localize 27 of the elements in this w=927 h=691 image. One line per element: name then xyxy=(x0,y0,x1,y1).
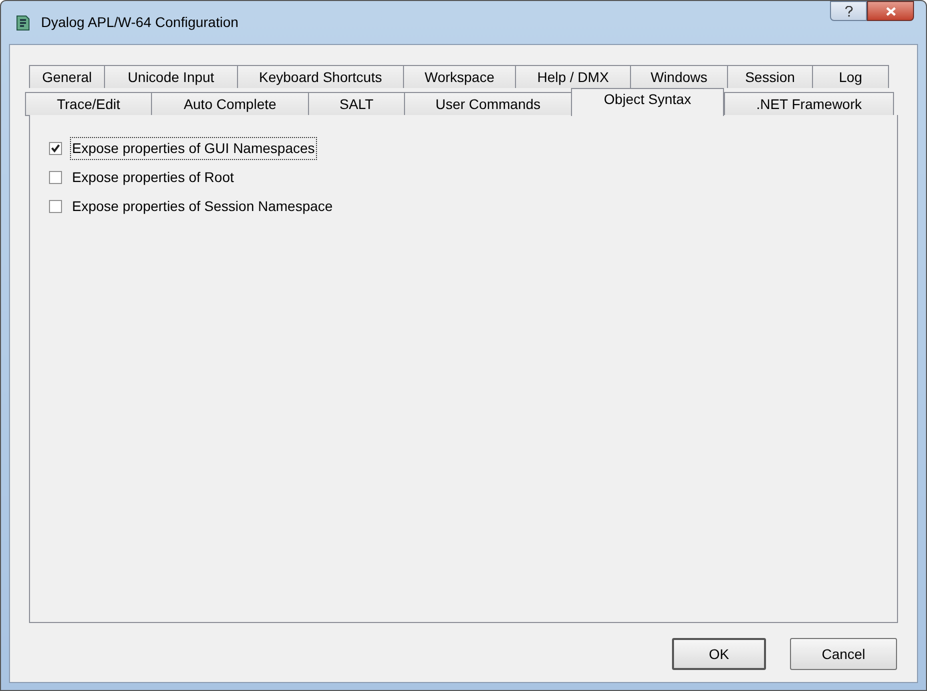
close-icon xyxy=(886,6,896,16)
tab[interactable]: User Commands xyxy=(404,92,572,115)
checkbox-label[interactable]: Expose properties of GUI Namespaces xyxy=(70,136,317,160)
tab[interactable]: Keyboard Shortcuts xyxy=(237,65,404,88)
help-button[interactable] xyxy=(830,1,867,21)
tab[interactable]: Trace/Edit xyxy=(25,92,152,115)
tab[interactable]: Unicode Input xyxy=(104,65,238,88)
checkbox-label[interactable]: Expose properties of Root xyxy=(70,166,236,188)
tab[interactable]: Help / DMX xyxy=(515,65,631,88)
dialog-button[interactable]: OK xyxy=(672,638,766,670)
dialog-button[interactable]: Cancel xyxy=(790,638,897,670)
checkbox[interactable] xyxy=(49,170,62,184)
checkbox-label[interactable]: Expose properties of Session Namespace xyxy=(70,194,335,218)
tab[interactable]: Object Syntax xyxy=(571,88,724,116)
tab[interactable]: .NET Framework xyxy=(724,92,894,115)
checkbox[interactable] xyxy=(49,142,62,154)
tab[interactable]: Windows xyxy=(630,65,728,88)
tab[interactable]: Log xyxy=(812,65,889,88)
window-title: Dyalog APL/W-64 Configuration xyxy=(41,13,238,32)
close-button[interactable] xyxy=(867,1,914,21)
tab[interactable]: Session xyxy=(727,65,813,88)
help-icon xyxy=(844,6,852,16)
tab[interactable]: SALT xyxy=(308,92,405,115)
tab[interactable]: General xyxy=(29,65,105,88)
tab[interactable]: Auto Complete xyxy=(151,92,309,115)
tab[interactable]: Workspace xyxy=(403,65,516,88)
checkbox[interactable] xyxy=(49,200,62,212)
